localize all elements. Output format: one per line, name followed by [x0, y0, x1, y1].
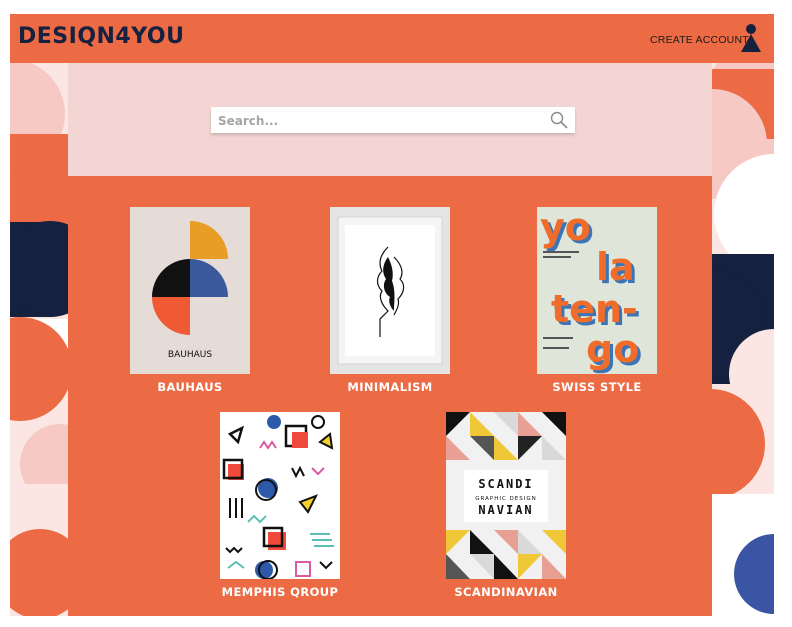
site-logo[interactable]: DESIQN4YOU: [18, 24, 184, 49]
card-label-minimalism[interactable]: MINIMALISM: [290, 380, 490, 394]
swiss-word-4: go: [586, 327, 639, 371]
main-content: BAUHAUS BAUHAUS MINIMALISM: [68, 63, 712, 616]
scandinavian-poster-line-1: SCANDI: [478, 477, 533, 491]
memphis-poster-image[interactable]: [220, 412, 340, 579]
create-account-link[interactable]: CREATE ACCOUNT: [650, 34, 749, 46]
search-section: [68, 63, 712, 176]
search-bar: [211, 107, 575, 133]
minimalism-poster-image[interactable]: [330, 207, 450, 374]
scandinavian-poster-image[interactable]: SCANDI GRAPHIC DESIGN NAVIAN: [446, 412, 566, 579]
bauhaus-poster-text: BAUHAUS: [168, 350, 212, 360]
swiss-word-3: ten-: [551, 287, 638, 331]
card-label-swiss-style[interactable]: SWISS STYLE: [497, 380, 697, 394]
scandinavian-poster-line-3: NAVIAN: [478, 503, 533, 517]
swiss-style-poster-image[interactable]: yo yo la la ten- ten- go go: [537, 207, 657, 374]
top-header: DESIQN4YOU CREATE ACCOUNT: [10, 14, 774, 63]
user-icon[interactable]: [740, 23, 762, 53]
category-grid: BAUHAUS BAUHAUS MINIMALISM yo yo la la t…: [68, 176, 712, 616]
card-label-bauhaus[interactable]: BAUHAUS: [90, 380, 290, 394]
swiss-word-2: la: [596, 245, 635, 289]
search-input[interactable]: [216, 109, 540, 133]
scandinavian-poster-line-2: GRAPHIC DESIGN: [475, 496, 537, 502]
bauhaus-poster-image[interactable]: BAUHAUS: [130, 207, 250, 374]
card-label-scandinavian[interactable]: SCANDINAVIAN: [406, 585, 606, 599]
page-frame: DESIQN4YOU CREATE ACCOUNT Search... BAUH…: [10, 14, 774, 616]
search-icon[interactable]: [550, 111, 568, 129]
swiss-word-1: yo: [540, 207, 591, 249]
card-label-memphis-group[interactable]: MEMPHIS QROUP: [180, 585, 380, 599]
